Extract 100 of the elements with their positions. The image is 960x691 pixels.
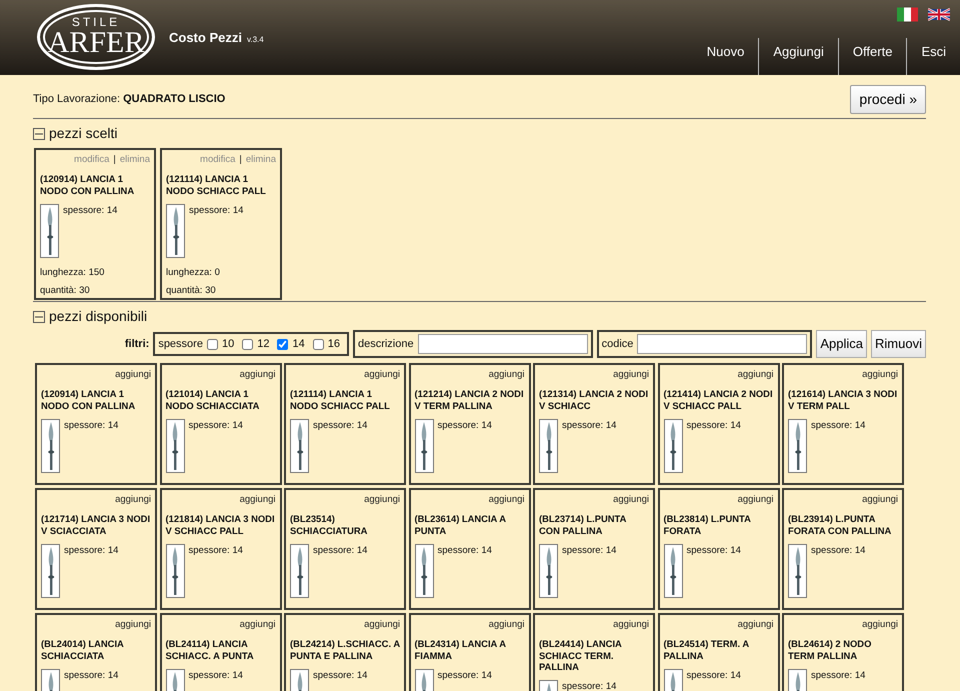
work-type-label: Tipo Lavorazione: QUADRATO LISCIO bbox=[33, 92, 226, 108]
quantity-text: quantità: 30 bbox=[40, 284, 91, 298]
piece-name: (BL23914) L.PUNTA FORATA CON PALLINA bbox=[788, 513, 892, 536]
spear-photo bbox=[788, 544, 807, 598]
spear-photo bbox=[290, 544, 309, 598]
thickness-text: spessore: 14 bbox=[562, 418, 616, 433]
spear-photo bbox=[539, 418, 558, 473]
option-label: 14 bbox=[292, 336, 305, 352]
spear-photo bbox=[788, 418, 807, 473]
collapse-icon[interactable] bbox=[33, 310, 45, 322]
logo-text: STILE bbox=[72, 16, 120, 28]
option-label: 12 bbox=[257, 336, 270, 352]
add-link[interactable]: aggiungi bbox=[364, 493, 400, 508]
collapse-icon[interactable] bbox=[33, 128, 45, 140]
add-link[interactable]: aggiungi bbox=[115, 493, 151, 508]
proceed-button[interactable]: procedi » bbox=[850, 85, 926, 114]
checkbox[interactable] bbox=[277, 338, 288, 350]
add-link[interactable]: aggiungi bbox=[613, 493, 649, 508]
piece-name: (BL24514) TERM. A PALLINA bbox=[664, 638, 750, 661]
piece-name: (121714) LANCIA 3 NODI V SCIACCIATA bbox=[41, 513, 151, 536]
add-link[interactable]: aggiungi bbox=[115, 618, 151, 632]
piece-name: (121114) LANCIA 1 NODO SCHIACC PALL bbox=[166, 173, 267, 196]
thickness-text: spessore: 14 bbox=[686, 668, 741, 683]
italian-flag-icon[interactable] bbox=[897, 7, 918, 22]
nav-link[interactable]: Esci bbox=[906, 38, 960, 75]
piece-name: (121014) LANCIA 1 NODO SCHIACCIATA bbox=[166, 388, 260, 411]
code-field[interactable] bbox=[637, 334, 808, 354]
checkbox[interactable] bbox=[206, 338, 218, 350]
thickness-text: spessore: 14 bbox=[686, 544, 741, 558]
piece-name: (BL23814) L.PUNTA FORATA bbox=[664, 513, 752, 536]
length-text: lunghezza: 150 bbox=[40, 266, 106, 280]
piece-name: (BL23514) SCHIACCIATURA bbox=[290, 513, 368, 536]
checkbox[interactable] bbox=[242, 338, 254, 350]
thickness-text: spessore: 14 bbox=[438, 418, 492, 433]
add-link[interactable]: aggiungi bbox=[364, 368, 400, 382]
nav-link[interactable]: Aggiungi bbox=[758, 38, 838, 75]
add-link[interactable]: aggiungi bbox=[364, 618, 400, 632]
logo-text: ARFER bbox=[48, 28, 144, 58]
piece-name: (120914) LANCIA 1 NODO CON PALLINA bbox=[41, 388, 136, 411]
thickness-text: spessore: 14 bbox=[64, 544, 118, 558]
add-link[interactable]: aggiungi bbox=[240, 368, 276, 382]
filter-label: descrizione bbox=[358, 336, 414, 352]
app-title: Costo Pezzi bbox=[169, 29, 242, 47]
add-link[interactable]: aggiungi bbox=[738, 368, 774, 382]
length-text: lunghezza: 0 bbox=[166, 266, 221, 280]
thickness-text: spessore: 14 bbox=[811, 668, 866, 683]
piece-name: (BL23614) LANCIA A PUNTA bbox=[414, 513, 507, 536]
thickness-text: spessore: 14 bbox=[562, 680, 616, 691]
spear-photo bbox=[166, 204, 185, 258]
piece-name: (BL23714) L.PUNTA CON PALLINA bbox=[539, 513, 627, 536]
piece-name: (121414) LANCIA 2 NODI V SCHIACC PALL bbox=[664, 388, 774, 411]
quantity-text: quantità: 30 bbox=[166, 284, 217, 298]
spear-photo bbox=[41, 544, 60, 598]
apply-button[interactable]: Applica bbox=[816, 330, 868, 358]
thickness-text: spessore: 14 bbox=[188, 668, 243, 683]
piece-name: (BL24114) LANCIA SCHIACC. A PUNTA bbox=[166, 638, 255, 661]
description-field[interactable] bbox=[418, 334, 588, 354]
separator-text: | bbox=[239, 153, 242, 167]
add-link[interactable]: aggiungi bbox=[738, 493, 774, 508]
thickness-text: spessore: 14 bbox=[188, 418, 243, 433]
option-label: 10 bbox=[222, 336, 234, 352]
add-link[interactable]: aggiungi bbox=[115, 368, 151, 382]
thickness-text: spessore: 14 bbox=[811, 544, 866, 558]
add-link[interactable]: aggiungi bbox=[240, 618, 276, 632]
spear-photo bbox=[166, 544, 184, 598]
piece-name: (121214) LANCIA 2 NODI V TERM PALLINA bbox=[414, 388, 524, 411]
add-link[interactable]: aggiungi bbox=[613, 618, 649, 632]
add-link[interactable]: aggiungi bbox=[613, 368, 649, 382]
thickness-text: spessore: 14 bbox=[313, 418, 368, 433]
spear-photo bbox=[539, 544, 558, 598]
piece-name: (121114) LANCIA 1 NODO SCHIACC PALL bbox=[290, 388, 391, 411]
add-link[interactable]: aggiungi bbox=[488, 618, 524, 632]
thickness-text: spessore: 14 bbox=[64, 668, 118, 683]
remove-filters-button[interactable]: Rimuovi bbox=[871, 330, 926, 358]
piece-name: (BL24414) LANCIA SCHIACC TERM. PALLINA bbox=[539, 638, 622, 672]
thickness-text: spessore: 14 bbox=[686, 418, 741, 433]
piece-name: (120914) LANCIA 1 NODO CON PALLINA bbox=[40, 173, 136, 196]
add-link[interactable]: aggiungi bbox=[488, 493, 524, 508]
spear-photo bbox=[290, 418, 309, 473]
add-link[interactable]: aggiungi bbox=[488, 368, 524, 382]
add-link[interactable]: aggiungi bbox=[862, 618, 898, 632]
nav-link[interactable]: Offerte bbox=[838, 38, 906, 75]
add-link[interactable]: aggiungi bbox=[862, 368, 898, 382]
separator-text: | bbox=[113, 153, 116, 167]
nav-link[interactable]: Nuovo bbox=[692, 38, 758, 75]
piece-name: (BL24314) LANCIA A FIAMMA bbox=[414, 638, 507, 661]
thickness-text: spessore: 14 bbox=[188, 544, 243, 558]
section-title: pezzi scelti bbox=[49, 124, 118, 143]
checkbox[interactable] bbox=[312, 338, 324, 350]
spear-photo bbox=[41, 418, 60, 473]
add-link[interactable]: aggiungi bbox=[240, 493, 276, 508]
spear-photo bbox=[414, 544, 434, 598]
british-flag-icon[interactable] bbox=[928, 7, 950, 22]
add-link[interactable]: aggiungi bbox=[862, 493, 898, 508]
thickness-text: spessore: 14 bbox=[189, 204, 244, 218]
spear-photo bbox=[414, 418, 434, 473]
piece-name: (BL24214) L.SCHIACC. A PUNTA E PALLINA bbox=[290, 638, 400, 661]
piece-name: (121614) LANCIA 3 NODI V TERM PALL bbox=[788, 388, 898, 411]
spear-photo bbox=[40, 204, 59, 258]
add-link[interactable]: aggiungi bbox=[738, 618, 774, 632]
